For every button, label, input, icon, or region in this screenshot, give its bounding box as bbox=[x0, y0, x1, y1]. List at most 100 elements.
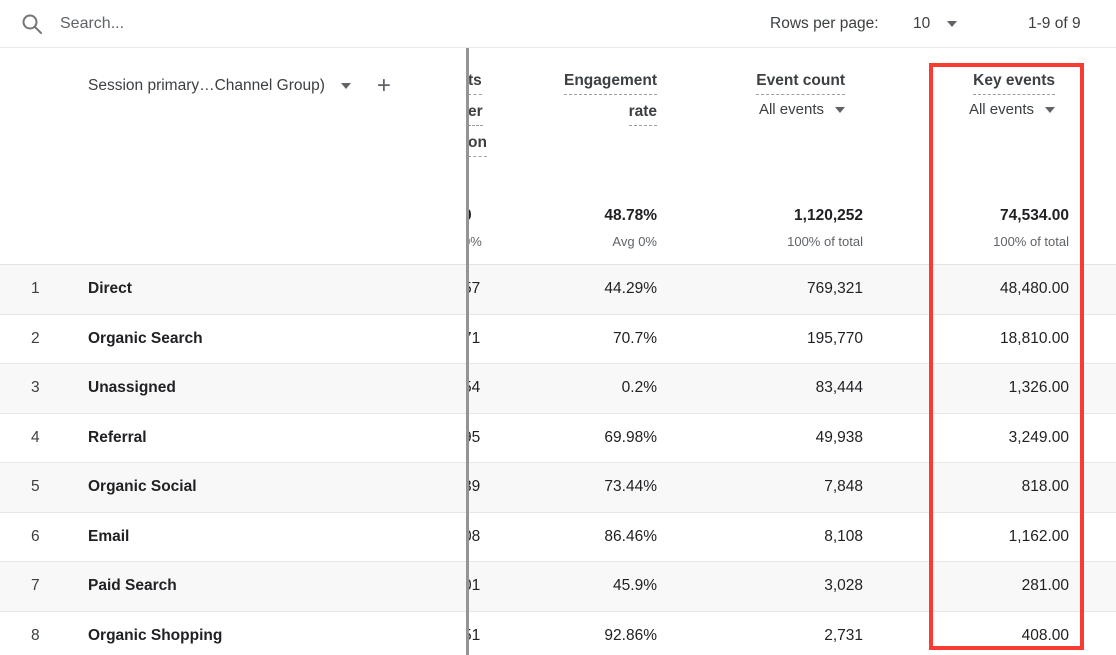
col-header-label: Key events bbox=[973, 70, 1055, 95]
row-number: 5 bbox=[31, 463, 40, 512]
totals-clipped-sub: 0% bbox=[468, 234, 493, 250]
channel-name: Organic Shopping bbox=[88, 612, 222, 655]
engagement-rate-value: 44.29% bbox=[604, 265, 657, 314]
col-header-label: Engagement bbox=[564, 70, 657, 95]
key-events-value: 1,162.00 bbox=[1009, 513, 1069, 562]
row-number: 4 bbox=[31, 414, 40, 463]
toolbar: Rows per page: 10 1-9 of 9 bbox=[0, 0, 1116, 48]
pagination-status: 1-9 of 9 bbox=[1028, 15, 1081, 33]
chevron-down-icon bbox=[1045, 107, 1055, 113]
event-count-value: 7,848 bbox=[824, 463, 863, 512]
col-header-key-events[interactable]: Key events All events bbox=[969, 70, 1055, 118]
totals-clipped-value: 0 bbox=[468, 206, 493, 225]
events-per-session-fragment: 01 bbox=[468, 562, 498, 611]
engagement-rate-value: 92.86% bbox=[604, 612, 657, 655]
events-per-session-fragment: 08 bbox=[468, 513, 498, 562]
search-input[interactable] bbox=[60, 8, 380, 40]
key-events-filter-dropdown[interactable]: All events bbox=[969, 101, 1055, 118]
rows-per-page-select[interactable]: 10 bbox=[913, 15, 957, 33]
totals-subtext: 100% of total bbox=[993, 234, 1069, 250]
engagement-rate-value: 70.7% bbox=[613, 315, 657, 364]
rows-per-page-label: Rows per page: bbox=[770, 15, 879, 33]
channel-name: Organic Search bbox=[88, 315, 203, 364]
totals-engagement-rate: 48.78% Avg 0% bbox=[604, 206, 657, 250]
col-header-label: Event count bbox=[756, 70, 845, 95]
totals-event-count: 1,120,252 100% of total bbox=[787, 206, 863, 250]
row-number: 1 bbox=[31, 265, 40, 314]
event-count-filter-dropdown[interactable]: All events bbox=[756, 101, 845, 118]
column-resize-divider[interactable] bbox=[466, 48, 469, 655]
engagement-rate-value: 69.98% bbox=[604, 414, 657, 463]
totals-key-events: 74,534.00 100% of total bbox=[993, 206, 1069, 250]
key-events-value: 48,480.00 bbox=[1000, 265, 1069, 314]
event-count-value: 3,028 bbox=[824, 562, 863, 611]
table-body: 1 Direct 57 44.29% 769,321 48,480.00 2 O… bbox=[0, 265, 1116, 655]
events-per-session-fragment: 39 bbox=[468, 463, 498, 512]
clipped-column-header[interactable]: ts er on bbox=[468, 70, 502, 163]
table-row: 5 Organic Social 39 73.44% 7,848 818.00 bbox=[0, 463, 1116, 513]
events-per-session-fragment: 71 bbox=[468, 315, 498, 364]
totals-value: 48.78% bbox=[604, 206, 657, 225]
row-number: 3 bbox=[31, 364, 40, 413]
channel-name: Organic Social bbox=[88, 463, 197, 512]
channel-name: Email bbox=[88, 513, 129, 562]
totals-subtext: Avg 0% bbox=[604, 234, 657, 250]
dimension-header-label: Session primary…Channel Group) bbox=[88, 77, 325, 95]
chevron-down-icon[interactable] bbox=[341, 83, 351, 89]
channel-name: Direct bbox=[88, 265, 132, 314]
event-count-value: 8,108 bbox=[824, 513, 863, 562]
engagement-rate-value: 86.46% bbox=[604, 513, 657, 562]
totals-value: 74,534.00 bbox=[993, 206, 1069, 225]
event-count-value: 49,938 bbox=[816, 414, 863, 463]
totals-clipped-column: 0 0% bbox=[468, 206, 498, 250]
totals-row: 0 0% 48.78% Avg 0% 1,120,252 100% of tot… bbox=[0, 195, 1116, 265]
dimension-header[interactable]: Session primary…Channel Group) + bbox=[88, 76, 391, 96]
analytics-table-screen: Rows per page: 10 1-9 of 9 Session prima… bbox=[0, 0, 1116, 655]
key-events-value: 408.00 bbox=[1022, 612, 1069, 655]
channel-name: Referral bbox=[88, 414, 147, 463]
table-row: 4 Referral 95 69.98% 49,938 3,249.00 bbox=[0, 414, 1116, 464]
table-row: 1 Direct 57 44.29% 769,321 48,480.00 bbox=[0, 265, 1116, 315]
engagement-rate-value: 73.44% bbox=[604, 463, 657, 512]
key-events-value: 18,810.00 bbox=[1000, 315, 1069, 364]
totals-value: 1,120,252 bbox=[787, 206, 863, 225]
col-header-engagement-rate[interactable]: Engagement rate bbox=[564, 70, 657, 132]
event-count-value: 2,731 bbox=[824, 612, 863, 655]
filter-label: All events bbox=[969, 101, 1034, 118]
table-row: 3 Unassigned 54 0.2% 83,444 1,326.00 bbox=[0, 364, 1116, 414]
events-per-session-fragment: 95 bbox=[468, 414, 498, 463]
col-header-label: rate bbox=[629, 101, 657, 126]
col-header-event-count[interactable]: Event count All events bbox=[756, 70, 845, 118]
event-count-value: 83,444 bbox=[816, 364, 863, 413]
table-row: 6 Email 08 86.46% 8,108 1,162.00 bbox=[0, 513, 1116, 563]
key-events-value: 818.00 bbox=[1022, 463, 1069, 512]
events-per-session-fragment: 54 bbox=[468, 364, 498, 413]
row-number: 7 bbox=[31, 562, 40, 611]
key-events-value: 281.00 bbox=[1022, 562, 1069, 611]
table-row: 8 Organic Shopping 51 92.86% 2,731 408.0… bbox=[0, 612, 1116, 655]
event-count-value: 769,321 bbox=[807, 265, 863, 314]
engagement-rate-value: 45.9% bbox=[613, 562, 657, 611]
clipped-header-fragment: ts bbox=[468, 70, 482, 95]
channel-name: Unassigned bbox=[88, 364, 176, 413]
search-icon[interactable] bbox=[20, 12, 44, 36]
chevron-down-icon bbox=[835, 107, 845, 113]
engagement-rate-value: 0.2% bbox=[622, 364, 657, 413]
rows-per-page-value: 10 bbox=[913, 15, 930, 33]
totals-subtext: 100% of total bbox=[787, 234, 863, 250]
events-per-session-fragment: 57 bbox=[468, 265, 498, 314]
add-column-button[interactable]: + bbox=[377, 76, 391, 96]
table-row: 7 Paid Search 01 45.9% 3,028 281.00 bbox=[0, 562, 1116, 612]
clipped-header-fragment: on bbox=[468, 132, 487, 157]
row-number: 6 bbox=[31, 513, 40, 562]
events-per-session-fragment: 51 bbox=[468, 612, 498, 655]
filter-label: All events bbox=[759, 101, 824, 118]
key-events-value: 1,326.00 bbox=[1009, 364, 1069, 413]
chevron-down-icon bbox=[947, 21, 957, 27]
row-number: 8 bbox=[31, 612, 40, 655]
event-count-value: 195,770 bbox=[807, 315, 863, 364]
clipped-header-fragment: er bbox=[468, 101, 483, 126]
key-events-value: 3,249.00 bbox=[1009, 414, 1069, 463]
row-number: 2 bbox=[31, 315, 40, 364]
table-row: 2 Organic Search 71 70.7% 195,770 18,810… bbox=[0, 315, 1116, 365]
